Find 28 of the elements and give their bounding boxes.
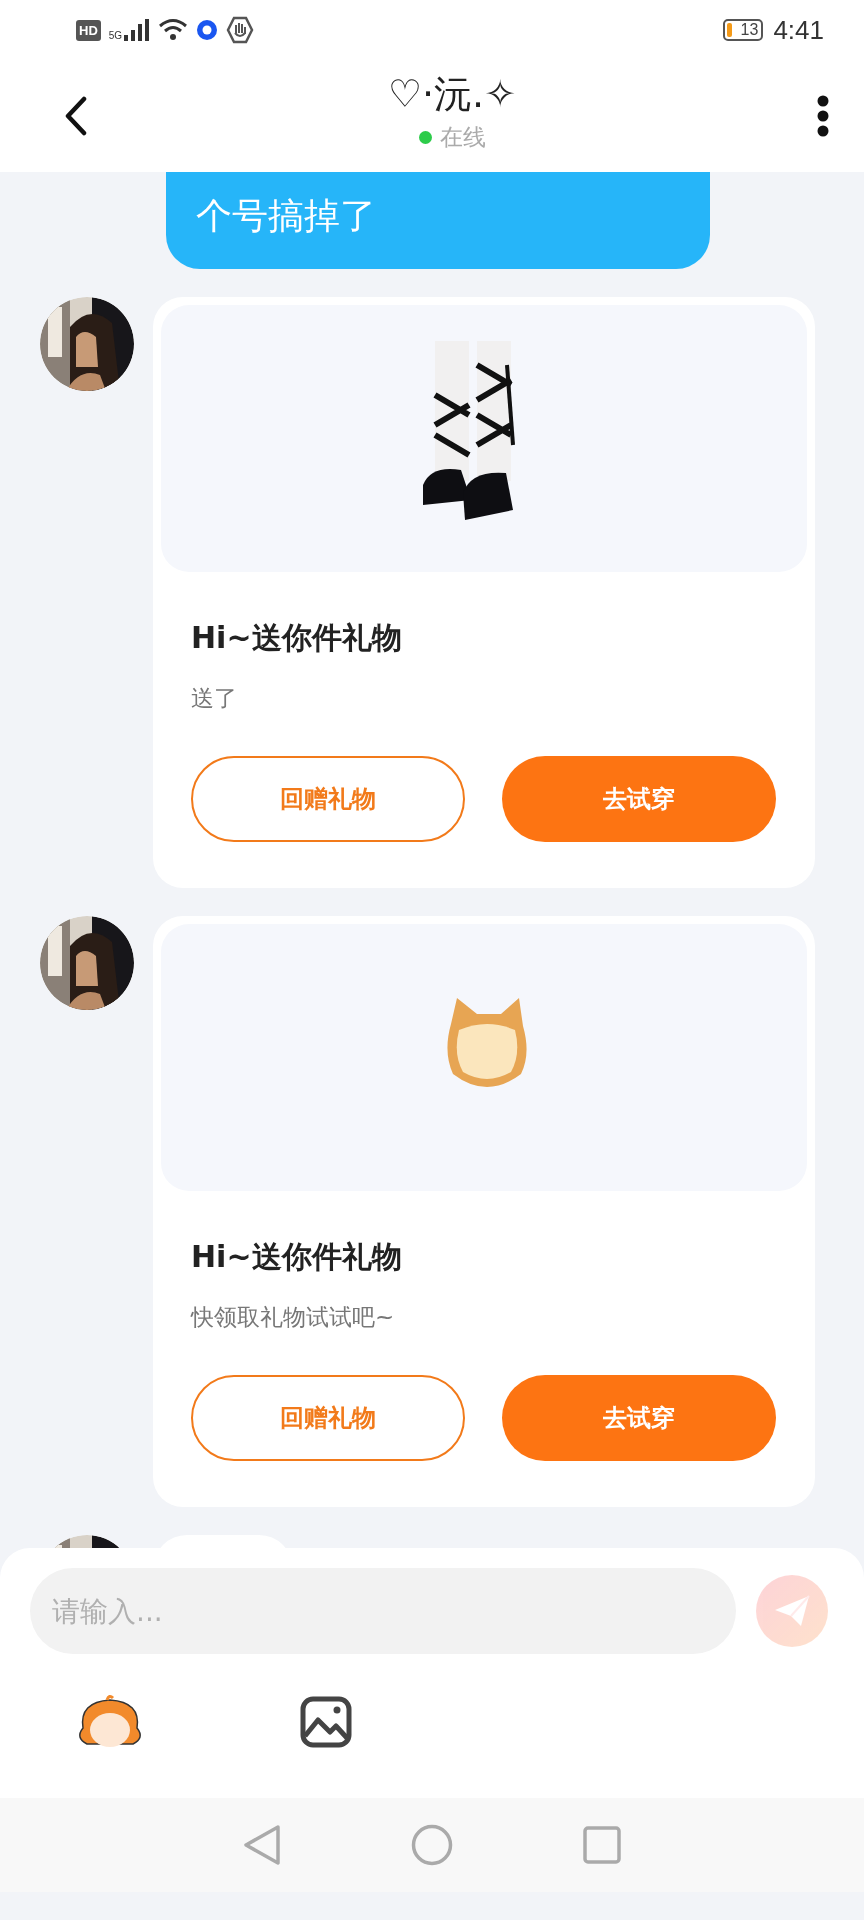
- signal-icon: [124, 19, 151, 41]
- gift-message: 快领取礼物试试吧~: [191, 1303, 396, 1332]
- image-button[interactable]: [300, 1696, 352, 1748]
- gift-message: 送了: [191, 684, 238, 713]
- online-status: 在线: [439, 123, 486, 152]
- back-icon: [64, 96, 88, 136]
- try-on-button[interactable]: 去试穿: [502, 1375, 776, 1461]
- hand-icon: [226, 16, 255, 44]
- gift-title: Hi~送你件礼物: [191, 619, 403, 657]
- wifi-icon: [158, 18, 189, 42]
- return-gift-button[interactable]: 回赠礼物: [191, 1375, 465, 1461]
- battery-icon: 13: [723, 19, 764, 41]
- gift-title: Hi~送你件礼物: [191, 1238, 403, 1276]
- more-icon: [816, 95, 830, 137]
- send-icon: [773, 1594, 811, 1628]
- back-triangle-icon: [243, 1824, 281, 1866]
- image-icon: [300, 1696, 352, 1748]
- clock-time: 4:41: [773, 14, 824, 46]
- try-on-button[interactable]: 去试穿: [502, 756, 776, 842]
- return-gift-button[interactable]: 回赠礼物: [191, 756, 465, 842]
- message-input[interactable]: 请输入...: [30, 1568, 736, 1654]
- hd-label: HD: [76, 19, 101, 41]
- ring-icon: [196, 19, 219, 41]
- message-bubble: 个号搞掉了: [166, 172, 710, 269]
- network-label: 5G: [108, 30, 123, 41]
- home-circle-icon: [411, 1824, 453, 1866]
- recents-square-icon: [583, 1826, 621, 1864]
- contact-name: ♡·沅.✧: [387, 71, 517, 118]
